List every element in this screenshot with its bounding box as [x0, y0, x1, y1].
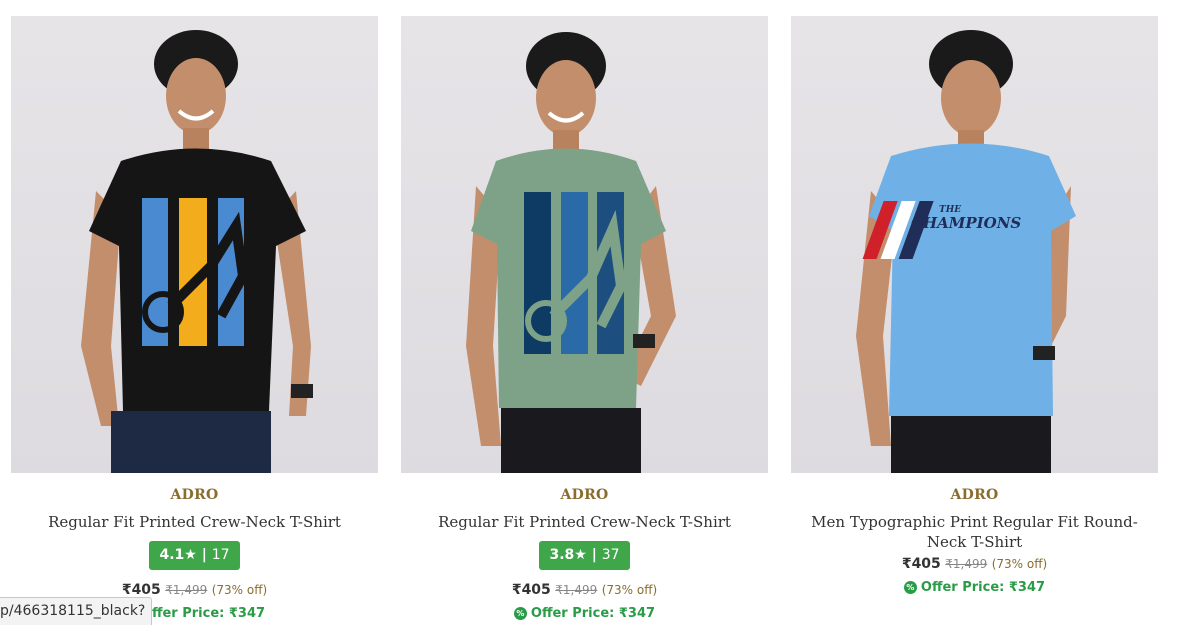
rating-badge: 3.8★ | 37	[539, 541, 630, 570]
offer-percent-icon: %	[903, 581, 917, 594]
price-discount: (73% off)	[991, 557, 1048, 571]
rating-badge: 4.1★ | 17	[149, 541, 240, 570]
offer-price-text: Offer Price: ₹347	[530, 606, 656, 621]
star-icon: ★	[184, 547, 197, 563]
price-current: ₹405	[121, 582, 161, 598]
model-photo: THE CHAMPIONS	[856, 30, 1076, 473]
price-mrp: ₹1,499	[165, 583, 208, 597]
rating-count: 17	[211, 547, 230, 563]
product-title[interactable]: Men Typographic Print Regular Fit Round-…	[800, 512, 1150, 552]
product-card[interactable]: ADRO Regular Fit Printed Crew-Neck T-Shi…	[401, 16, 768, 636]
product-brand: ADRO	[170, 487, 219, 503]
price-mrp: ₹1,499	[555, 583, 598, 597]
model-photo	[466, 32, 676, 473]
offer-price-text: Offer Price: ₹347	[920, 580, 1046, 595]
price-discount: (73% off)	[601, 583, 658, 597]
star-icon: ★	[574, 547, 587, 563]
product-card[interactable]: THE CHAMPIONS ADRO Men Typographic Print…	[791, 16, 1158, 636]
product-card[interactable]: ADRO Regular Fit Printed Crew-Neck T-Shi…	[11, 16, 378, 636]
price-current: ₹405	[511, 582, 551, 598]
price-current: ₹405	[901, 556, 941, 572]
rating-value: 3.8	[549, 547, 575, 563]
offer-price: %Offer Price: ₹347	[791, 579, 1158, 597]
product-brand: ADRO	[950, 487, 999, 503]
product-image[interactable]: THE CHAMPIONS	[791, 16, 1158, 473]
product-image[interactable]	[11, 16, 378, 473]
rating-value: 4.1	[159, 547, 185, 563]
price-mrp: ₹1,499	[945, 557, 988, 571]
print-text: CHAMPIONS	[911, 214, 1021, 232]
product-image[interactable]	[401, 16, 768, 473]
offer-percent-icon: %	[513, 607, 527, 620]
offer-price-text: Offer Price: ₹347	[140, 606, 266, 621]
price-row: ₹405 ₹1,499 (73% off)	[401, 580, 768, 600]
price-discount: (73% off)	[211, 583, 268, 597]
offer-price: %Offer Price: ₹347	[401, 605, 768, 623]
product-title[interactable]: Regular Fit Printed Crew-Neck T-Shirt	[20, 512, 370, 532]
model-photo	[81, 30, 313, 473]
status-bar-url: p/466318115_black?	[0, 597, 153, 625]
product-brand: ADRO	[560, 487, 609, 503]
rating-count: 37	[601, 547, 620, 563]
price-row: ₹405 ₹1,499 (73% off)	[791, 554, 1158, 574]
product-title[interactable]: Regular Fit Printed Crew-Neck T-Shirt	[410, 512, 760, 532]
